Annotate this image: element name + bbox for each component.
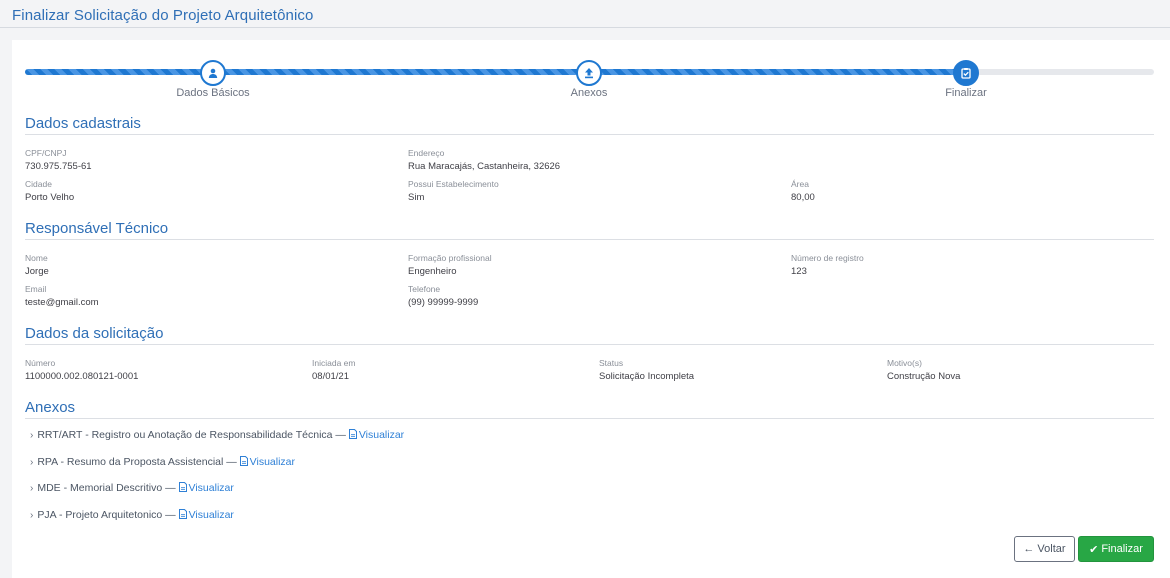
chevron-right-icon: › <box>30 430 34 441</box>
file-pdf-icon <box>178 482 187 492</box>
step-finalizar[interactable]: Finalizar <box>906 60 1026 99</box>
field-value: Construção Nova <box>887 371 961 382</box>
user-icon <box>200 60 226 86</box>
field-numero: Número 1100000.002.080121-0001 <box>25 358 138 383</box>
section-title-anexos: Anexos <box>25 399 76 416</box>
clipboard-check-icon <box>953 60 979 86</box>
field-numero-registro: Número de registro 123 <box>791 253 864 278</box>
section-title-dados-cadastrais: Dados cadastrais <box>25 115 141 132</box>
step-anexos[interactable]: Anexos <box>529 60 649 99</box>
form-card: Dados Básicos Anexos Finalizar Dados cad… <box>12 40 1170 578</box>
field-motivo: Motivo(s) Construção Nova <box>887 358 960 383</box>
attachment-name: RRT/ART - Registro ou Anotação de Respon… <box>37 429 346 441</box>
field-value: 123 <box>791 266 807 277</box>
chevron-right-icon: › <box>30 483 34 494</box>
section-divider <box>25 418 1154 419</box>
field-telefone: Telefone (99) 99999-9999 <box>408 284 478 309</box>
field-value: Solicitação Incompleta <box>599 371 695 382</box>
field-label: Iniciada em <box>312 358 356 368</box>
field-label: Possui Estabelecimento <box>408 179 499 189</box>
chevron-right-icon: › <box>30 457 34 468</box>
attachment-name: PJA - Projeto Arquitetonico — <box>37 509 176 521</box>
field-label: Email <box>25 284 47 294</box>
field-area: Área 80,00 <box>791 179 815 204</box>
view-attachment-link[interactable]: Visualizar <box>348 429 405 441</box>
field-label: Nome <box>25 253 48 263</box>
attachment-name: RPA - Resumo da Proposta Assistencial — <box>37 456 237 468</box>
back-button[interactable]: ← Voltar <box>1014 536 1075 562</box>
field-label: Telefone <box>408 284 441 294</box>
field-label: Formação profissional <box>408 253 492 263</box>
field-status: Status Solicitação Incompleta <box>599 358 694 383</box>
field-value: Porto Velho <box>25 192 75 203</box>
view-attachment-link[interactable]: Visualizar <box>239 456 295 468</box>
file-pdf-icon <box>348 429 357 439</box>
section-title-dados-solicitacao: Dados da solicitação <box>25 325 164 342</box>
field-label: Status <box>599 358 624 368</box>
attachment-item: › MDE - Memorial Descritivo — Visualizar <box>30 482 234 494</box>
step-label: Dados Básicos <box>176 87 250 99</box>
view-link-label: Visualizar <box>358 429 405 441</box>
finish-button[interactable]: ✔ Finalizar <box>1078 536 1154 562</box>
section-divider <box>25 134 1154 135</box>
field-label: Número de registro <box>791 253 864 263</box>
attachment-item: › PJA - Projeto Arquitetonico — Visualiza… <box>30 509 234 521</box>
section-title-responsavel-tecnico: Responsável Técnico <box>25 220 169 237</box>
section-divider <box>25 344 1154 345</box>
field-value: 08/01/21 <box>312 371 349 382</box>
view-link-label: Visualizar <box>249 456 295 468</box>
field-value: 730.975.755-61 <box>25 161 92 172</box>
page-header: Finalizar Solicitação do Projeto Arquite… <box>0 0 1170 28</box>
field-endereco: Endereço Rua Maracajás, Castanheira, 326… <box>408 148 560 173</box>
field-possui-estabelecimento: Possui Estabelecimento Sim <box>408 179 499 204</box>
step-label: Finalizar <box>945 87 987 99</box>
back-button-label: Voltar <box>1037 543 1066 555</box>
field-value: 1100000.002.080121-0001 <box>25 371 139 382</box>
field-label: Número <box>25 358 56 368</box>
view-attachment-link[interactable]: Visualizar <box>178 509 234 521</box>
arrow-left-icon: ← <box>1023 543 1035 555</box>
field-nome: Nome Jorge <box>25 253 49 278</box>
view-link-label: Visualizar <box>188 482 234 494</box>
view-attachment-link[interactable]: Visualizar <box>178 482 234 494</box>
field-value: (99) 99999-9999 <box>408 297 479 308</box>
attachment-name: MDE - Memorial Descritivo — <box>37 482 176 494</box>
attachment-item: › RRT/ART - Registro ou Anotação de Respo… <box>30 429 404 441</box>
field-iniciada-em: Iniciada em 08/01/21 <box>312 358 355 383</box>
chevron-right-icon: › <box>30 510 34 521</box>
field-cpf: CPF/CNPJ 730.975.755-61 <box>25 148 92 173</box>
attachment-item: › RPA - Resumo da Proposta Assistencial —… <box>30 456 295 468</box>
file-pdf-icon <box>239 456 248 466</box>
field-value: 80,00 <box>791 192 815 203</box>
field-value: teste@gmail.com <box>25 297 99 308</box>
progress-stepper: Dados Básicos Anexos Finalizar <box>25 60 1154 102</box>
file-pdf-icon <box>178 509 187 519</box>
field-label: Área <box>791 179 809 189</box>
upload-icon <box>576 60 602 86</box>
field-value: Sim <box>408 192 425 203</box>
finish-button-label: Finalizar <box>1101 543 1143 555</box>
field-label: CPF/CNPJ <box>25 148 67 158</box>
view-link-label: Visualizar <box>188 509 234 521</box>
field-email: Email teste@gmail.com <box>25 284 99 309</box>
field-value: Engenheiro <box>408 266 457 277</box>
field-label: Motivo(s) <box>887 358 922 368</box>
field-formacao: Formação profissional Engenheiro <box>408 253 492 278</box>
field-value: Jorge <box>25 266 49 277</box>
section-divider <box>25 239 1154 240</box>
check-icon: ✔ <box>1089 543 1099 556</box>
field-value: Rua Maracajás, Castanheira, 32626 <box>408 161 561 172</box>
step-dados-basicos[interactable]: Dados Básicos <box>153 60 273 99</box>
page-title: Finalizar Solicitação do Projeto Arquite… <box>12 7 314 24</box>
field-label: Cidade <box>25 179 52 189</box>
field-cidade: Cidade Porto Velho <box>25 179 74 204</box>
step-label: Anexos <box>570 87 608 99</box>
field-label: Endereço <box>408 148 445 158</box>
